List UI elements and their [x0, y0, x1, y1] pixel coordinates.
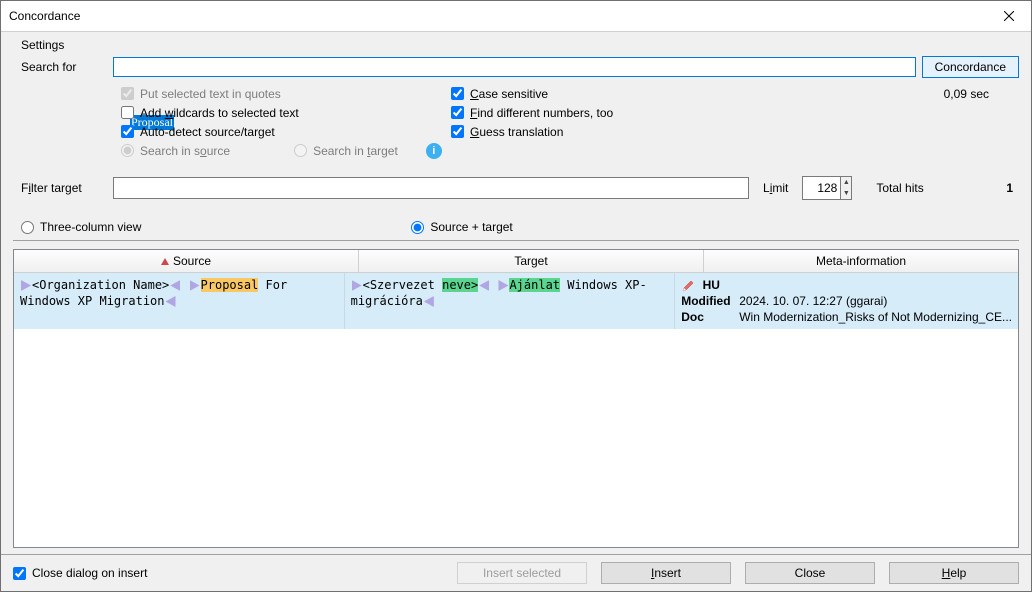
- close-on-insert-checkbox[interactable]: [13, 567, 26, 580]
- auto-detect-label: Auto-detect source/target: [140, 125, 275, 139]
- auto-detect-checkbox[interactable]: [121, 125, 134, 138]
- limit-label: Limit: [763, 181, 788, 195]
- tag-close-icon: [479, 280, 489, 291]
- search-for-label: Search for: [13, 60, 113, 74]
- window-close-button[interactable]: [986, 1, 1031, 31]
- limit-spinner[interactable]: ▲▼: [802, 176, 852, 200]
- three-column-view-radio-group[interactable]: Three-column view: [21, 220, 141, 234]
- column-header-source[interactable]: Source: [14, 250, 359, 272]
- source-target-view-radio-group[interactable]: Source + target: [411, 220, 512, 234]
- total-hits-label: Total hits: [876, 181, 923, 195]
- three-column-view-radio[interactable]: [21, 221, 34, 234]
- target-highlight: neve>: [442, 278, 478, 292]
- close-button[interactable]: Close: [745, 562, 875, 584]
- target-highlight: Ajánlat: [509, 278, 560, 292]
- put-quotes-label: Put selected text in quotes: [140, 87, 281, 101]
- add-wildcards-label: Add wildcards to selected text: [140, 106, 299, 120]
- column-header-target[interactable]: Target: [359, 250, 704, 272]
- find-numbers-checkbox[interactable]: [451, 106, 464, 119]
- spinner-up-icon[interactable]: ▲: [841, 177, 851, 188]
- source-target-view-radio[interactable]: [411, 221, 424, 234]
- search-target-radio: [294, 144, 307, 157]
- spinner-down-icon[interactable]: ▼: [841, 188, 851, 199]
- close-on-insert[interactable]: Close dialog on insert: [13, 566, 147, 580]
- settings-label: Settings: [21, 38, 1019, 52]
- add-wildcards-checkbox[interactable]: [121, 106, 134, 119]
- guess-translation-checkbox[interactable]: [451, 125, 464, 138]
- three-column-view-label: Three-column view: [40, 220, 141, 234]
- meta-modified-label: Modified: [681, 293, 739, 309]
- source-target-view-label: Source + target: [430, 220, 512, 234]
- result-meta-cell: HU Modified2024. 10. 07. 12:27 (ggarai) …: [675, 273, 1018, 329]
- meta-doc-value: Win Modernization_Risks of Not Modernizi…: [739, 310, 1012, 324]
- close-icon: [1004, 11, 1014, 21]
- guess-translation-label: Guess translation: [470, 125, 563, 139]
- column-header-meta[interactable]: Meta-information: [704, 250, 1018, 272]
- help-button[interactable]: Help: [889, 562, 1019, 584]
- window-title: Concordance: [1, 9, 80, 23]
- filter-target-label: Filter target: [13, 181, 113, 195]
- tag-close-icon: [170, 280, 180, 291]
- sort-asc-icon: [161, 258, 169, 265]
- search-target-label: Search in target: [313, 144, 398, 158]
- case-sensitive-checkbox[interactable]: [451, 87, 464, 100]
- insert-button[interactable]: Insert: [601, 562, 731, 584]
- tag-close-icon: [424, 296, 434, 307]
- put-quotes-checkbox: [121, 87, 134, 100]
- limit-value-input[interactable]: [803, 177, 840, 199]
- search-source-label: Search in source: [140, 144, 230, 158]
- meta-language: HU: [703, 278, 720, 292]
- search-input[interactable]: [113, 57, 916, 77]
- edit-icon: [681, 279, 695, 293]
- results-panel: Source Target Meta-information <Organiza…: [13, 249, 1019, 548]
- meta-doc-label: Doc: [681, 309, 739, 325]
- titlebar: Concordance: [1, 1, 1031, 32]
- concordance-button[interactable]: Concordance: [922, 56, 1019, 78]
- tag-open-icon: [352, 280, 362, 291]
- tag-close-icon: [166, 296, 176, 307]
- filter-target-input[interactable]: [113, 177, 749, 199]
- total-hits-value: 1: [1006, 181, 1019, 195]
- result-target-cell: <Szervezet neve> Ajánlat Windows XP-migr…: [345, 273, 676, 329]
- tag-open-icon: [498, 280, 508, 291]
- info-icon: i: [426, 143, 442, 159]
- source-highlight: Proposal: [201, 278, 259, 292]
- tag-open-icon: [190, 280, 200, 291]
- result-row[interactable]: <Organization Name> Proposal For Windows…: [14, 273, 1018, 329]
- search-source-radio: [121, 144, 134, 157]
- case-sensitive-label: Case sensitive: [470, 87, 548, 101]
- tag-open-icon: [21, 280, 31, 291]
- result-source-cell: <Organization Name> Proposal For Windows…: [14, 273, 345, 329]
- insert-selected-button: Insert selected: [457, 562, 587, 584]
- find-numbers-label: Find different numbers, too: [470, 106, 613, 120]
- meta-modified-value: 2024. 10. 07. 12:27 (ggarai): [739, 294, 887, 308]
- search-time-label: 0,09 sec: [944, 87, 989, 101]
